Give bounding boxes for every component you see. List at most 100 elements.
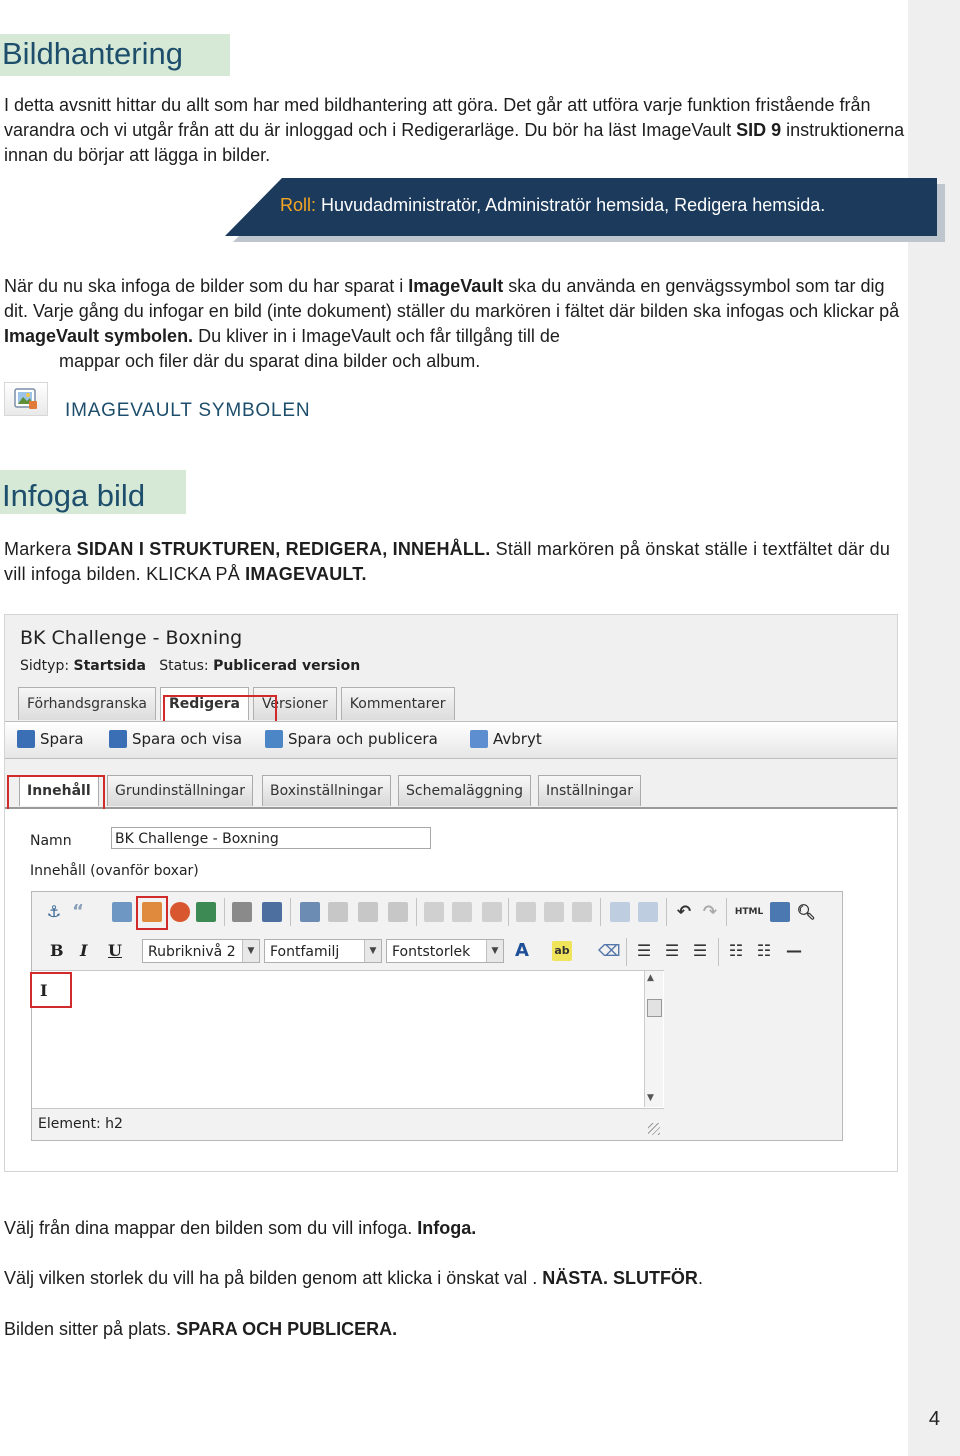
content-tab-bar: Innehåll Grundinställningar Boxinställni… — [5, 775, 897, 809]
horizontal-rule-icon[interactable]: — — [784, 941, 804, 961]
merge-cells-icon[interactable] — [638, 902, 658, 922]
paste-word-icon[interactable] — [262, 902, 282, 922]
edit-icon[interactable] — [300, 902, 320, 922]
tab-forhandsgranska[interactable]: Förhandsgranska — [18, 687, 156, 720]
chevron-down-icon: ▼ — [486, 940, 503, 962]
insert-col-before-icon[interactable] — [516, 902, 536, 922]
role-list: Huvudadministratör, Administratör hemsid… — [316, 195, 826, 215]
text-segment: SIDAN I STRUKTUREN, REDIGERA, INNEHÅLL. — [76, 539, 491, 559]
resize-grip-icon[interactable] — [648, 1123, 660, 1135]
scroll-up-icon[interactable]: ▲ — [647, 973, 654, 983]
font-size-dropdown[interactable]: Fontstorlek ▼ — [386, 939, 504, 963]
toolbar-separator — [626, 938, 627, 966]
body-indent-line: mappar och filer där du sparat dina bild… — [59, 351, 481, 371]
link-icon[interactable] — [170, 902, 190, 922]
meta-type-label: Sidtyp: — [20, 658, 70, 674]
save-button[interactable]: Spara — [17, 730, 84, 748]
redo-icon[interactable]: ↷ — [700, 902, 720, 922]
editor-scrollbar[interactable]: ▲ ▼ — [644, 971, 663, 1107]
delete-col-icon[interactable] — [572, 902, 592, 922]
editor-status-bar: Element: h2 — [32, 1108, 664, 1139]
insert-row-after-icon[interactable] — [452, 902, 472, 922]
underline-button[interactable]: U — [108, 941, 122, 960]
tab-kommentarer[interactable]: Kommentarer — [340, 687, 455, 720]
text-segment: Markera — [4, 539, 77, 559]
intro-paragraph: I detta avsnitt hittar du allt som har m… — [4, 93, 908, 168]
name-input[interactable]: BK Challenge - Boxning — [111, 827, 431, 849]
scroll-thumb[interactable] — [647, 999, 662, 1017]
section-heading-bildhantering: Bildhantering — [0, 34, 230, 76]
font-family-dropdown[interactable]: Fontfamilj ▼ — [264, 939, 382, 963]
scroll-down-icon[interactable]: ▼ — [647, 1093, 654, 1103]
role-text: Roll: Huvudadministratör, Administratör … — [280, 195, 825, 216]
numbered-list-icon[interactable]: ☷ — [754, 941, 774, 961]
undo-icon[interactable]: ↶ — [674, 902, 694, 922]
editor-content-area[interactable]: I ▲ ▼ — [32, 970, 664, 1109]
italic-button[interactable]: I — [80, 941, 87, 960]
text-segment: Du kliver in i ImageVault och får tillgå… — [193, 326, 560, 346]
heading-level-dropdown[interactable]: Rubriknivå 2 ▼ — [142, 939, 260, 963]
meta-status-value: Publicerad version — [213, 658, 361, 674]
cancel-button[interactable]: Avbryt — [470, 730, 542, 748]
insert-col-after-icon[interactable] — [544, 902, 564, 922]
imagevault-symbol-caption: IMAGEVAULT SYMBOLEN — [65, 400, 311, 421]
html-source-icon[interactable]: HTML — [734, 902, 764, 922]
paste-text-icon[interactable] — [232, 902, 252, 922]
text-segment: IMAGEVAULT. — [245, 564, 367, 584]
toolbar-separator — [726, 898, 727, 926]
publish-icon — [265, 730, 283, 748]
anchor-icon[interactable]: ⚓ — [44, 902, 64, 922]
eraser-icon[interactable]: ⌫ — [598, 941, 621, 961]
name-label: Namn — [30, 833, 72, 849]
save-view-icon — [109, 730, 127, 748]
body-text: När du nu ska infoga de bilder som du ha… — [4, 276, 899, 346]
unlink-icon[interactable] — [196, 902, 216, 922]
tab-grundinstallningar[interactable]: Grundinställningar — [107, 775, 253, 806]
fullscreen-icon[interactable] — [770, 902, 790, 922]
tab-schemalaggning[interactable]: Schemaläggning — [398, 775, 532, 806]
step-choose-size: Välj vilken storlek du vill ha på bilden… — [4, 1266, 908, 1291]
save-and-view-button[interactable]: Spara och visa — [109, 730, 242, 748]
element-path: Element: h2 — [38, 1116, 123, 1132]
align-center-icon[interactable]: ☰ — [662, 941, 682, 961]
highlight-color-icon[interactable]: ab — [552, 941, 572, 961]
table-icon[interactable] — [610, 902, 630, 922]
cms-page-meta: Sidtyp: Startsida Status: Publicerad ver… — [20, 658, 360, 674]
search-icon[interactable]: 🔍︎ — [796, 902, 816, 922]
table-col-icon[interactable] — [388, 902, 408, 922]
text-segment: Bilden sitter på plats. — [4, 1319, 177, 1339]
toolbar-separator — [718, 938, 719, 966]
align-left-icon[interactable]: ☰ — [634, 941, 654, 961]
body-paragraph: När du nu ska infoga de bilder som du ha… — [4, 274, 908, 374]
highlight-cursor — [30, 972, 72, 1008]
chevron-down-icon: ▼ — [364, 940, 381, 962]
text-color-icon[interactable]: A — [512, 941, 532, 961]
cms-screenshot: BK Challenge - Boxning Sidtyp: Startsida… — [4, 614, 898, 1172]
section-title: Bildhantering — [2, 36, 183, 71]
insert-image-icon[interactable] — [112, 902, 132, 922]
toolbar-separator — [600, 898, 601, 926]
imagevault-icon-tile — [4, 382, 48, 416]
imagevault-icon — [14, 388, 37, 409]
tab-boxinstallningar[interactable]: Boxinställningar — [262, 775, 391, 806]
meta-status-label: Status: — [159, 658, 209, 674]
content-form: Namn BK Challenge - Boxning Innehåll (ov… — [5, 809, 897, 1171]
save-and-publish-button[interactable]: Spara och publicera — [265, 730, 438, 748]
role-banner: Roll: Huvudadministratör, Administratör … — [225, 178, 945, 242]
section-title: Infoga bild — [2, 478, 146, 513]
quote-icon[interactable]: “ — [68, 902, 88, 922]
chevron-down-icon: ▼ — [242, 940, 259, 962]
insert-row-before-icon[interactable] — [424, 902, 444, 922]
bold-button[interactable]: B — [50, 941, 64, 960]
text-segment: När du nu ska infoga de bilder som du ha… — [4, 276, 409, 296]
delete-row-icon[interactable] — [482, 902, 502, 922]
rich-text-editor: ⚓ “ ↶ ↷ HTML 🔍︎ B I U Rubriknivå 2 ▼ Fon… — [30, 891, 843, 1141]
align-right-icon[interactable]: ☰ — [690, 941, 710, 961]
tab-installningar[interactable]: Inställningar — [538, 775, 642, 806]
editor-toolbar-row2: B I U Rubriknivå 2 ▼ Fontfamilj ▼ Fontstor… — [32, 932, 842, 970]
table-row-icon[interactable] — [358, 902, 378, 922]
text-segment: Välj från dina mappar den bilden som du … — [4, 1218, 418, 1238]
delete-table-icon[interactable] — [328, 902, 348, 922]
text-segment: SPARA OCH PUBLICERA. — [176, 1319, 398, 1339]
bullet-list-icon[interactable]: ☷ — [726, 941, 746, 961]
